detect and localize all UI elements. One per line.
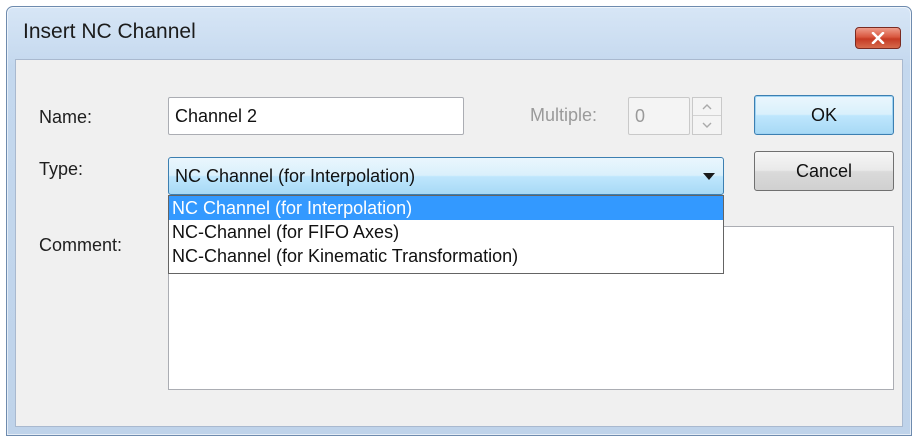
- type-label: Type:: [39, 159, 84, 179]
- multiple-label: Multiple:: [530, 105, 598, 125]
- title-bar[interactable]: Insert NC Channel: [7, 7, 911, 55]
- multiple-stepper[interactable]: [692, 97, 722, 135]
- name-label: Name:: [39, 107, 93, 127]
- chevron-up-icon: [702, 103, 712, 109]
- type-select[interactable]: NC Channel (for Interpolation): [168, 157, 724, 195]
- type-dropdown-list[interactable]: NC Channel (for Interpolation) NC-Channe…: [168, 195, 724, 274]
- type-option-kinematic[interactable]: NC-Channel (for Kinematic Transformation…: [169, 244, 723, 268]
- type-option-fifo-axes[interactable]: NC-Channel (for FIFO Axes): [169, 220, 723, 244]
- type-select-value: NC Channel (for Interpolation): [175, 165, 416, 186]
- cancel-button[interactable]: Cancel: [754, 151, 894, 191]
- stepper-down-button[interactable]: [693, 116, 721, 134]
- dialog-window: Insert NC Channel Name: Channel 2 Multip…: [6, 6, 912, 436]
- close-icon: [871, 32, 885, 44]
- type-option-interpolation[interactable]: NC Channel (for Interpolation): [169, 196, 723, 220]
- comment-label: Comment:: [39, 235, 123, 255]
- dropdown-arrow-icon: [703, 158, 715, 194]
- multiple-input-value: 0: [635, 105, 646, 126]
- close-button[interactable]: [855, 27, 901, 49]
- ok-button[interactable]: OK: [754, 95, 894, 135]
- chevron-down-icon: [702, 122, 712, 128]
- name-input[interactable]: Channel 2: [168, 97, 464, 135]
- stepper-up-button[interactable]: [693, 98, 721, 116]
- dialog-title: Insert NC Channel: [23, 20, 196, 43]
- multiple-input[interactable]: 0: [628, 97, 690, 135]
- dialog-body: Name: Channel 2 Multiple: 0 OK Cancel Ty…: [15, 59, 903, 427]
- name-input-value: Channel 2: [175, 105, 258, 126]
